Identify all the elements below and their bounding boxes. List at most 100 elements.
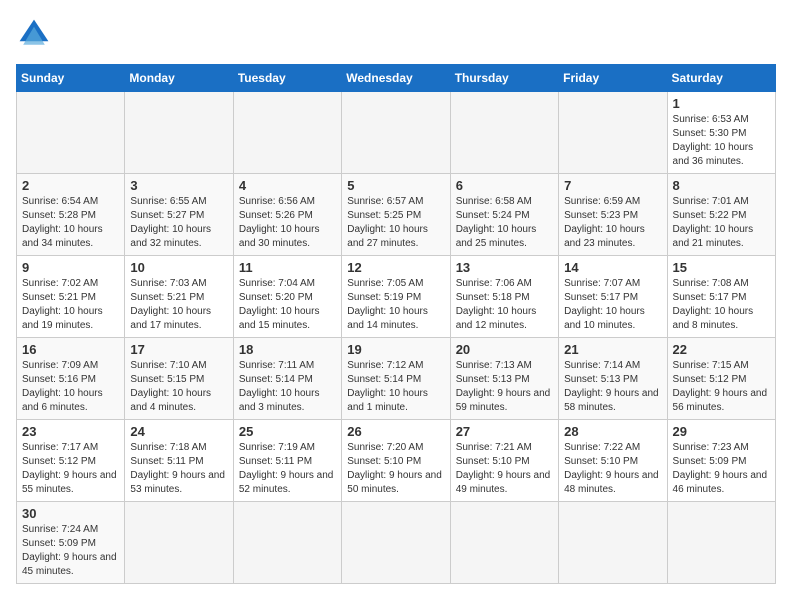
day-cell: 16 Sunrise: 7:09 AM Sunset: 5:16 PM Dayli… <box>17 338 125 420</box>
weekday-header-monday: Monday <box>125 65 233 92</box>
day-number: 25 <box>239 424 336 439</box>
day-cell: 26 Sunrise: 7:20 AM Sunset: 5:10 PM Dayli… <box>342 420 450 502</box>
day-cell <box>450 92 558 174</box>
day-info: Sunrise: 7:12 AM Sunset: 5:14 PM Dayligh… <box>347 359 444 415</box>
day-number: 27 <box>456 424 553 439</box>
day-cell: 5Sunrise: 6:57 AM Sunset: 5:25 PM Daylig… <box>342 174 450 256</box>
day-number: 30 <box>22 506 119 521</box>
day-number: 3 <box>130 178 227 193</box>
day-cell: 25 Sunrise: 7:19 AM Sunset: 5:11 PM Dayli… <box>233 420 341 502</box>
day-cell <box>125 502 233 584</box>
day-cell: 24 Sunrise: 7:18 AM Sunset: 5:11 PM Dayli… <box>125 420 233 502</box>
week-row-1: 1Sunrise: 6:53 AM Sunset: 5:30 PM Daylig… <box>17 92 776 174</box>
logo-icon <box>16 16 52 52</box>
day-number: 4 <box>239 178 336 193</box>
week-row-6: 30 Sunrise: 7:24 AM Sunset: 5:09 PM Dayli… <box>17 502 776 584</box>
day-cell: 14 Sunrise: 7:07 AM Sunset: 5:17 PM Dayli… <box>559 256 667 338</box>
day-cell: 28Sunrise: 7:22 AM Sunset: 5:10 PM Dayli… <box>559 420 667 502</box>
day-cell: 18Sunrise: 7:11 AM Sunset: 5:14 PM Dayli… <box>233 338 341 420</box>
day-info: Sunrise: 7:04 AM Sunset: 5:20 PM Dayligh… <box>239 277 336 333</box>
day-info: Sunrise: 7:17 AM Sunset: 5:12 PM Dayligh… <box>22 441 119 497</box>
day-number: 2 <box>22 178 119 193</box>
day-cell: 11 Sunrise: 7:04 AM Sunset: 5:20 PM Dayli… <box>233 256 341 338</box>
day-cell: 12 Sunrise: 7:05 AM Sunset: 5:19 PM Dayli… <box>342 256 450 338</box>
day-number: 1 <box>673 96 770 111</box>
day-cell: 6 Sunrise: 6:58 AM Sunset: 5:24 PM Daylig… <box>450 174 558 256</box>
day-cell: 22Sunrise: 7:15 AM Sunset: 5:12 PM Dayli… <box>667 338 775 420</box>
day-number: 11 <box>239 260 336 275</box>
day-cell: 3 Sunrise: 6:55 AM Sunset: 5:27 PM Daylig… <box>125 174 233 256</box>
day-info: Sunrise: 6:59 AM Sunset: 5:23 PM Dayligh… <box>564 195 661 251</box>
day-number: 24 <box>130 424 227 439</box>
day-number: 29 <box>673 424 770 439</box>
day-cell <box>17 92 125 174</box>
week-row-4: 16 Sunrise: 7:09 AM Sunset: 5:16 PM Dayli… <box>17 338 776 420</box>
day-number: 8 <box>673 178 770 193</box>
day-info: Sunrise: 6:58 AM Sunset: 5:24 PM Dayligh… <box>456 195 553 251</box>
day-number: 12 <box>347 260 444 275</box>
day-info: Sunrise: 7:01 AM Sunset: 5:22 PM Dayligh… <box>673 195 770 251</box>
day-cell <box>450 502 558 584</box>
day-info: Sunrise: 7:19 AM Sunset: 5:11 PM Dayligh… <box>239 441 336 497</box>
weekday-header-saturday: Saturday <box>667 65 775 92</box>
day-cell: 27 Sunrise: 7:21 AM Sunset: 5:10 PM Dayli… <box>450 420 558 502</box>
day-info: Sunrise: 7:24 AM Sunset: 5:09 PM Dayligh… <box>22 523 119 579</box>
day-cell: 21Sunrise: 7:14 AM Sunset: 5:13 PM Dayli… <box>559 338 667 420</box>
day-number: 20 <box>456 342 553 357</box>
day-cell: 2 Sunrise: 6:54 AM Sunset: 5:28 PM Daylig… <box>17 174 125 256</box>
week-row-3: 9 Sunrise: 7:02 AM Sunset: 5:21 PM Daylig… <box>17 256 776 338</box>
day-cell: 23Sunrise: 7:17 AM Sunset: 5:12 PM Dayli… <box>17 420 125 502</box>
day-cell: 17 Sunrise: 7:10 AM Sunset: 5:15 PM Dayli… <box>125 338 233 420</box>
day-cell <box>342 92 450 174</box>
day-cell: 1Sunrise: 6:53 AM Sunset: 5:30 PM Daylig… <box>667 92 775 174</box>
day-info: Sunrise: 7:05 AM Sunset: 5:19 PM Dayligh… <box>347 277 444 333</box>
day-info: Sunrise: 6:57 AM Sunset: 5:25 PM Dayligh… <box>347 195 444 251</box>
day-cell <box>559 502 667 584</box>
day-number: 13 <box>456 260 553 275</box>
day-info: Sunrise: 7:11 AM Sunset: 5:14 PM Dayligh… <box>239 359 336 415</box>
day-number: 6 <box>456 178 553 193</box>
day-info: Sunrise: 7:09 AM Sunset: 5:16 PM Dayligh… <box>22 359 119 415</box>
weekday-header-row: SundayMondayTuesdayWednesdayThursdayFrid… <box>17 65 776 92</box>
day-info: Sunrise: 7:22 AM Sunset: 5:10 PM Dayligh… <box>564 441 661 497</box>
day-number: 14 <box>564 260 661 275</box>
day-info: Sunrise: 6:55 AM Sunset: 5:27 PM Dayligh… <box>130 195 227 251</box>
day-info: Sunrise: 7:07 AM Sunset: 5:17 PM Dayligh… <box>564 277 661 333</box>
day-info: Sunrise: 7:10 AM Sunset: 5:15 PM Dayligh… <box>130 359 227 415</box>
day-cell <box>233 502 341 584</box>
day-info: Sunrise: 7:02 AM Sunset: 5:21 PM Dayligh… <box>22 277 119 333</box>
day-info: Sunrise: 6:54 AM Sunset: 5:28 PM Dayligh… <box>22 195 119 251</box>
day-cell <box>667 502 775 584</box>
day-cell: 20Sunrise: 7:13 AM Sunset: 5:13 PM Dayli… <box>450 338 558 420</box>
day-cell: 9 Sunrise: 7:02 AM Sunset: 5:21 PM Daylig… <box>17 256 125 338</box>
day-number: 7 <box>564 178 661 193</box>
day-number: 26 <box>347 424 444 439</box>
weekday-header-friday: Friday <box>559 65 667 92</box>
weekday-header-wednesday: Wednesday <box>342 65 450 92</box>
day-info: Sunrise: 6:56 AM Sunset: 5:26 PM Dayligh… <box>239 195 336 251</box>
day-number: 9 <box>22 260 119 275</box>
day-info: Sunrise: 7:08 AM Sunset: 5:17 PM Dayligh… <box>673 277 770 333</box>
week-row-5: 23Sunrise: 7:17 AM Sunset: 5:12 PM Dayli… <box>17 420 776 502</box>
day-number: 10 <box>130 260 227 275</box>
day-cell: 8 Sunrise: 7:01 AM Sunset: 5:22 PM Daylig… <box>667 174 775 256</box>
day-info: Sunrise: 7:21 AM Sunset: 5:10 PM Dayligh… <box>456 441 553 497</box>
week-row-2: 2 Sunrise: 6:54 AM Sunset: 5:28 PM Daylig… <box>17 174 776 256</box>
day-info: Sunrise: 7:06 AM Sunset: 5:18 PM Dayligh… <box>456 277 553 333</box>
weekday-header-sunday: Sunday <box>17 65 125 92</box>
day-cell: 4 Sunrise: 6:56 AM Sunset: 5:26 PM Daylig… <box>233 174 341 256</box>
day-number: 16 <box>22 342 119 357</box>
day-cell <box>559 92 667 174</box>
calendar-table: SundayMondayTuesdayWednesdayThursdayFrid… <box>16 64 776 584</box>
day-number: 17 <box>130 342 227 357</box>
day-number: 15 <box>673 260 770 275</box>
day-cell <box>342 502 450 584</box>
day-info: Sunrise: 7:18 AM Sunset: 5:11 PM Dayligh… <box>130 441 227 497</box>
day-cell: 19Sunrise: 7:12 AM Sunset: 5:14 PM Dayli… <box>342 338 450 420</box>
day-info: Sunrise: 7:20 AM Sunset: 5:10 PM Dayligh… <box>347 441 444 497</box>
day-cell: 7 Sunrise: 6:59 AM Sunset: 5:23 PM Daylig… <box>559 174 667 256</box>
weekday-header-thursday: Thursday <box>450 65 558 92</box>
day-number: 22 <box>673 342 770 357</box>
weekday-header-tuesday: Tuesday <box>233 65 341 92</box>
day-cell: 15 Sunrise: 7:08 AM Sunset: 5:17 PM Dayli… <box>667 256 775 338</box>
